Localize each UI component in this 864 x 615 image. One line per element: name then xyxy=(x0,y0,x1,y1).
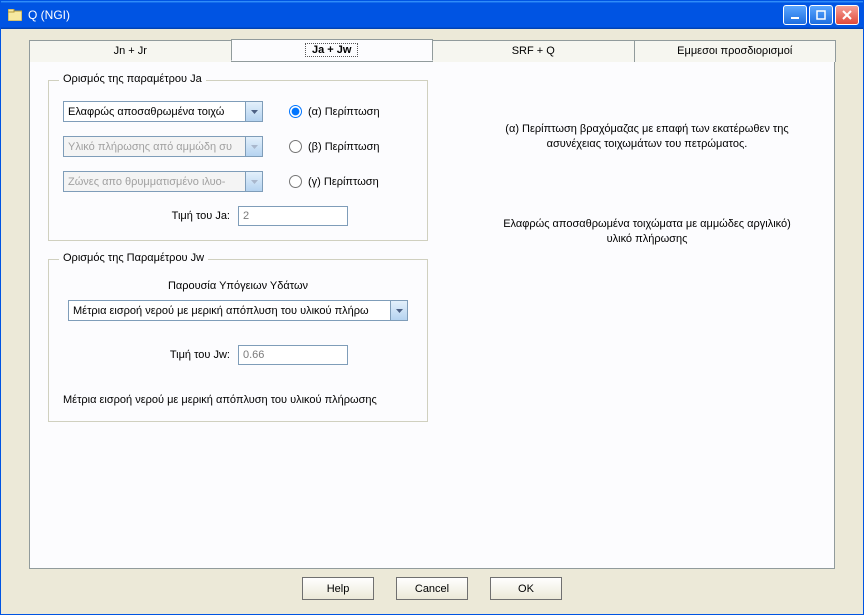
tab-jn-jr[interactable]: Jn + Jr xyxy=(29,40,232,62)
radio-case-a-input[interactable] xyxy=(289,105,302,118)
maximize-button[interactable] xyxy=(809,5,833,25)
ja-groupbox: Ορισμός της παραμέτρου Ja Ελαφρώς αποσαθ… xyxy=(48,80,428,241)
ja-case-description: (α) Περίπτωση βραχόμαζας με επαφή των εκ… xyxy=(490,122,804,153)
radio-case-c-input[interactable] xyxy=(289,175,302,188)
ja-value-label: Τιμή του Ja: xyxy=(128,210,238,222)
radio-case-c[interactable]: (γ) Περίπτωση xyxy=(289,175,379,188)
tab-ja-jw[interactable]: Ja + Jw xyxy=(231,39,434,61)
chevron-down-icon xyxy=(245,137,262,156)
ja-combo-case-a[interactable]: Ελαφρώς αποσαθρωμένα τοιχώ xyxy=(63,101,263,122)
window-title: Q (NGI) xyxy=(28,8,70,22)
buttonbar: Help Cancel OK xyxy=(13,569,851,606)
chevron-down-icon xyxy=(390,301,407,320)
ja-selection-description: Ελαφρώς αποσαθρωμένα τοιχώματα με αμμώδε… xyxy=(490,217,804,248)
jw-value-label: Τιμή του Jw: xyxy=(128,349,238,361)
cancel-button[interactable]: Cancel xyxy=(396,577,468,600)
jw-combo[interactable]: Μέτρια εισροή νερού με μερική απόπλυση τ… xyxy=(68,300,408,321)
jw-value-field[interactable] xyxy=(238,345,348,365)
ja-group-title: Ορισμός της παραμέτρου Ja xyxy=(59,73,206,85)
jw-groupbox: Ορισμός της Παραμέτρου Jw Παρουσία Υπόγε… xyxy=(48,259,428,422)
tab-srf-q[interactable]: SRF + Q xyxy=(432,40,635,62)
help-button[interactable]: Help xyxy=(302,577,374,600)
ja-value-field[interactable] xyxy=(238,206,348,226)
app-window: Q (NGI) Jn + Jr Ja + Jw SRF + Q Εμμεσοι … xyxy=(0,0,864,615)
chevron-down-icon xyxy=(245,172,262,191)
ja-combo-case-b: Υλικό πλήρωσης από αμμώδη συ xyxy=(63,136,263,157)
tabstrip: Jn + Jr Ja + Jw SRF + Q Εμμεσοι προσδιορ… xyxy=(29,39,835,61)
radio-case-b[interactable]: (β) Περίπτωση xyxy=(289,140,380,153)
radio-case-b-input[interactable] xyxy=(289,140,302,153)
jw-group-title: Ορισμός της Παραμέτρου Jw xyxy=(59,252,208,264)
radio-case-a[interactable]: (α) Περίπτωση xyxy=(289,105,380,118)
ja-combo-case-c: Ζώνες απο θρυμματισμένο ιλυο- xyxy=(63,171,263,192)
client-area: Jn + Jr Ja + Jw SRF + Q Εμμεσοι προσδιορ… xyxy=(1,29,863,614)
tabpane: (α) Περίπτωση βραχόμαζας με επαφή των εκ… xyxy=(29,61,835,569)
close-button[interactable] xyxy=(835,5,859,25)
titlebar: Q (NGI) xyxy=(1,1,863,29)
chevron-down-icon xyxy=(245,102,262,121)
jw-selection-description: Μέτρια εισροή νερού με μερική απόπλυση τ… xyxy=(63,393,413,407)
app-icon xyxy=(7,7,23,23)
ok-button[interactable]: OK xyxy=(490,577,562,600)
jw-header: Παρουσία Υπόγειων Υδάτων xyxy=(63,280,413,292)
tab-indirect[interactable]: Εμμεσοι προσδιορισμοί xyxy=(634,40,837,62)
minimize-button[interactable] xyxy=(783,5,807,25)
